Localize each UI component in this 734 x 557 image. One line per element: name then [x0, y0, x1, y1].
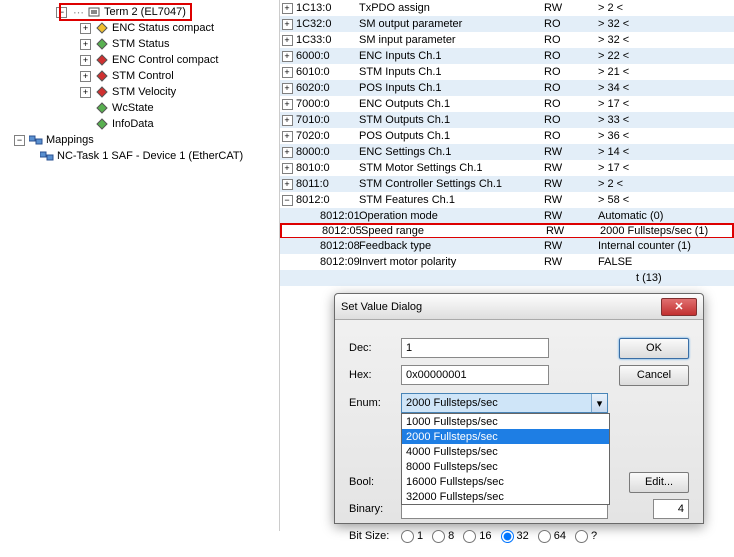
table-row[interactable]: +6000:0ENC Inputs Ch.1RO> 22 < [280, 48, 734, 64]
expand-icon[interactable]: + [80, 23, 91, 34]
table-row[interactable]: 8012:01Operation modeRWAutomatic (0) [280, 208, 734, 224]
binary-count: 4 [653, 499, 689, 519]
enum-option[interactable]: 1000 Fullsteps/sec [402, 414, 609, 429]
table-row[interactable]: +6020:0POS Inputs Ch.1RO> 34 < [280, 80, 734, 96]
diamond-icon [95, 37, 109, 51]
bitsize-radio[interactable]: 16 [463, 530, 491, 543]
device-icon [87, 5, 101, 19]
expand-icon[interactable]: + [80, 55, 91, 66]
expand-icon[interactable]: + [80, 39, 91, 50]
table-row[interactable]: +7020:0POS Outputs Ch.1RO> 36 < [280, 128, 734, 144]
expand-icon[interactable]: + [282, 35, 293, 46]
bitsize-radio[interactable]: 8 [432, 530, 454, 543]
expand-icon[interactable]: + [282, 163, 293, 174]
enum-option[interactable]: 8000 Fullsteps/sec [402, 459, 609, 474]
table-row[interactable]: +6010:0STM Inputs Ch.1RO> 21 < [280, 64, 734, 80]
dialog-titlebar[interactable]: Set Value Dialog ✕ [335, 294, 703, 320]
expand-icon[interactable]: + [282, 131, 293, 142]
enum-combo[interactable]: 2000 Fullsteps/sec ▾ 1000 Fullsteps/sec2… [401, 393, 608, 413]
diamond-icon [95, 101, 109, 115]
set-value-dialog: Set Value Dialog ✕ Dec: 1 OK Hex: 0x0000… [334, 293, 704, 524]
enum-option[interactable]: 4000 Fullsteps/sec [402, 444, 609, 459]
close-icon[interactable]: ✕ [661, 298, 697, 316]
binary-label: Binary: [349, 503, 401, 515]
expand-icon[interactable]: + [282, 115, 293, 126]
table-row[interactable]: 8012:05Speed rangeRW2000 Fullsteps/sec (… [280, 223, 734, 239]
tree-item-mappings[interactable]: − Mappings [8, 132, 279, 148]
table-row[interactable]: +1C13:0TxPDO assignRW> 2 < [280, 0, 734, 16]
tree-item[interactable]: WcState [74, 100, 279, 116]
tree-panel: − ⋯ Term 2 (EL7047) +ENC Status compact+… [0, 0, 280, 531]
bitsize-label: Bit Size: [349, 530, 401, 542]
enum-option[interactable]: 2000 Fullsteps/sec [402, 429, 609, 444]
expand-icon[interactable]: + [80, 71, 91, 82]
expand-icon[interactable]: + [282, 99, 293, 110]
hex-label: Hex: [349, 369, 401, 381]
expand-icon[interactable]: + [80, 87, 91, 98]
expand-icon[interactable]: − [14, 135, 25, 146]
dec-label: Dec: [349, 342, 401, 354]
mapping-icon [29, 133, 43, 147]
table-row[interactable]: 8012:09Invert motor polarityRWFALSE [280, 254, 734, 270]
expand-icon[interactable]: + [282, 51, 293, 62]
diamond-icon [95, 53, 109, 67]
bitsize-radio[interactable]: 64 [538, 530, 566, 543]
expand-icon[interactable]: + [282, 3, 293, 14]
expand-icon[interactable]: + [282, 179, 293, 190]
chevron-down-icon[interactable]: ▾ [591, 394, 607, 412]
tree-item[interactable]: +STM Status [74, 36, 279, 52]
table-row[interactable]: +8010:0STM Motor Settings Ch.1RW> 17 < [280, 160, 734, 176]
diamond-icon [95, 69, 109, 83]
table-row[interactable]: +1C33:0SM input parameterRO> 32 < [280, 32, 734, 48]
expand-icon[interactable]: + [282, 83, 293, 94]
cancel-button[interactable]: Cancel [619, 365, 689, 386]
expand-icon[interactable]: + [282, 19, 293, 30]
diamond-icon [95, 117, 109, 131]
tree-item[interactable]: +STM Control [74, 68, 279, 84]
table-row[interactable]: +7010:0STM Outputs Ch.1RO> 33 < [280, 112, 734, 128]
bitsize-radio[interactable]: 32 [501, 530, 529, 543]
dialog-title: Set Value Dialog [341, 301, 661, 313]
table-row[interactable]: −8012:0STM Features Ch.1RW> 58 < [280, 192, 734, 208]
expand-icon[interactable]: + [282, 67, 293, 78]
enum-label: Enum: [349, 397, 401, 409]
table-row[interactable]: 8012:08Feedback typeRWInternal counter (… [280, 238, 734, 254]
table-row[interactable]: +7000:0ENC Outputs Ch.1RO> 17 < [280, 96, 734, 112]
expand-icon[interactable]: − [56, 7, 67, 18]
edit-button[interactable]: Edit... [629, 472, 689, 493]
bitsize-group: 1 8 16 32 64 ? [401, 530, 605, 543]
enum-option[interactable]: 32000 Fullsteps/sec [402, 489, 609, 504]
tree-item[interactable]: +STM Velocity [74, 84, 279, 100]
tree-item[interactable]: InfoData [74, 116, 279, 132]
expand-icon[interactable]: − [282, 195, 293, 206]
bool-label: Bool: [349, 476, 401, 488]
enum-dropdown: 1000 Fullsteps/sec2000 Fullsteps/sec4000… [401, 413, 610, 505]
diamond-icon [95, 21, 109, 35]
tree-item-nctask[interactable]: NC-Task 1 SAF - Device 1 (EtherCAT) [34, 148, 279, 164]
table-row[interactable]: +1C32:0SM output parameterRO> 32 < [280, 16, 734, 32]
enum-option[interactable]: 16000 Fullsteps/sec [402, 474, 609, 489]
expand-icon[interactable]: + [282, 147, 293, 158]
dec-input[interactable]: 1 [401, 338, 549, 358]
bitsize-radio[interactable]: ? [575, 530, 597, 543]
table-row[interactable]: +8000:0ENC Settings Ch.1RW> 14 < [280, 144, 734, 160]
table-row[interactable]: t (13) [280, 270, 734, 286]
ok-button[interactable]: OK [619, 338, 689, 359]
tree-item-term2[interactable]: − ⋯ Term 2 (EL7047) [50, 4, 279, 20]
tree-item[interactable]: +ENC Status compact [74, 20, 279, 36]
mapping-icon [40, 149, 54, 163]
hex-input[interactable]: 0x00000001 [401, 365, 549, 385]
table-row[interactable]: +8011:0STM Controller Settings Ch.1RW> 2… [280, 176, 734, 192]
diamond-icon [95, 85, 109, 99]
bitsize-radio[interactable]: 1 [401, 530, 423, 543]
tree-item[interactable]: +ENC Control compact [74, 52, 279, 68]
